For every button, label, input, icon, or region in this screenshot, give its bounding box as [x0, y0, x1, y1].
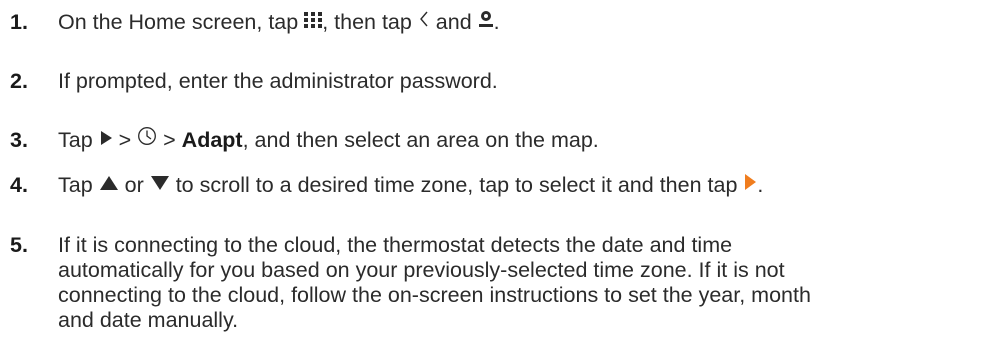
step-number: 4. — [10, 173, 28, 197]
step-text-part: > — [112, 128, 138, 152]
step-text-part: . — [757, 173, 764, 197]
step-text: Tap or to scroll to a desired time zone,… — [58, 173, 968, 199]
step-text-line: connecting to the cloud, follow the on-s… — [58, 283, 811, 307]
step-number: 3. — [10, 128, 28, 152]
step-text-part: . — [493, 10, 500, 34]
step-text-part: > — [157, 128, 182, 152]
step-text-part: or — [118, 173, 150, 197]
step-text-line: and date manually. — [58, 308, 239, 332]
step-text-part: Tap — [58, 173, 99, 197]
up-triangle-icon — [99, 172, 119, 197]
step-text-line: If it is connecting to the cloud, the th… — [58, 233, 733, 257]
apps-grid-icon — [304, 9, 323, 34]
step-text-part: , then tap — [322, 10, 418, 34]
step-text: If it is connecting to the cloud, the th… — [58, 233, 968, 333]
settings-gear-icon — [478, 9, 494, 34]
clock-icon — [137, 126, 157, 152]
step-number: 1. — [10, 10, 28, 34]
play-arrow-icon — [99, 127, 113, 152]
back-chevron-icon — [418, 9, 430, 34]
step-text: Tap > > Adapt, and then select an area o… — [58, 126, 968, 154]
step-text: If prompted, enter the administrator pas… — [58, 69, 498, 93]
step-text-part: to scroll to a desired time zone, tap to… — [169, 173, 744, 197]
next-arrow-icon — [743, 172, 757, 197]
down-triangle-icon — [150, 172, 170, 197]
step-text-part: On the Home screen, tap — [58, 10, 305, 34]
step-text-part: , and then select an area on the map. — [242, 128, 599, 152]
step-text-part: and — [429, 10, 478, 34]
step-text-part: Tap — [58, 128, 99, 152]
step-text-line: automatically for you based on your prev… — [58, 258, 785, 282]
adapt-label: Adapt — [181, 128, 243, 152]
step-number: 5. — [10, 233, 28, 257]
step-number: 2. — [10, 69, 28, 93]
step-text: On the Home screen, tap , then tap and . — [58, 10, 968, 36]
